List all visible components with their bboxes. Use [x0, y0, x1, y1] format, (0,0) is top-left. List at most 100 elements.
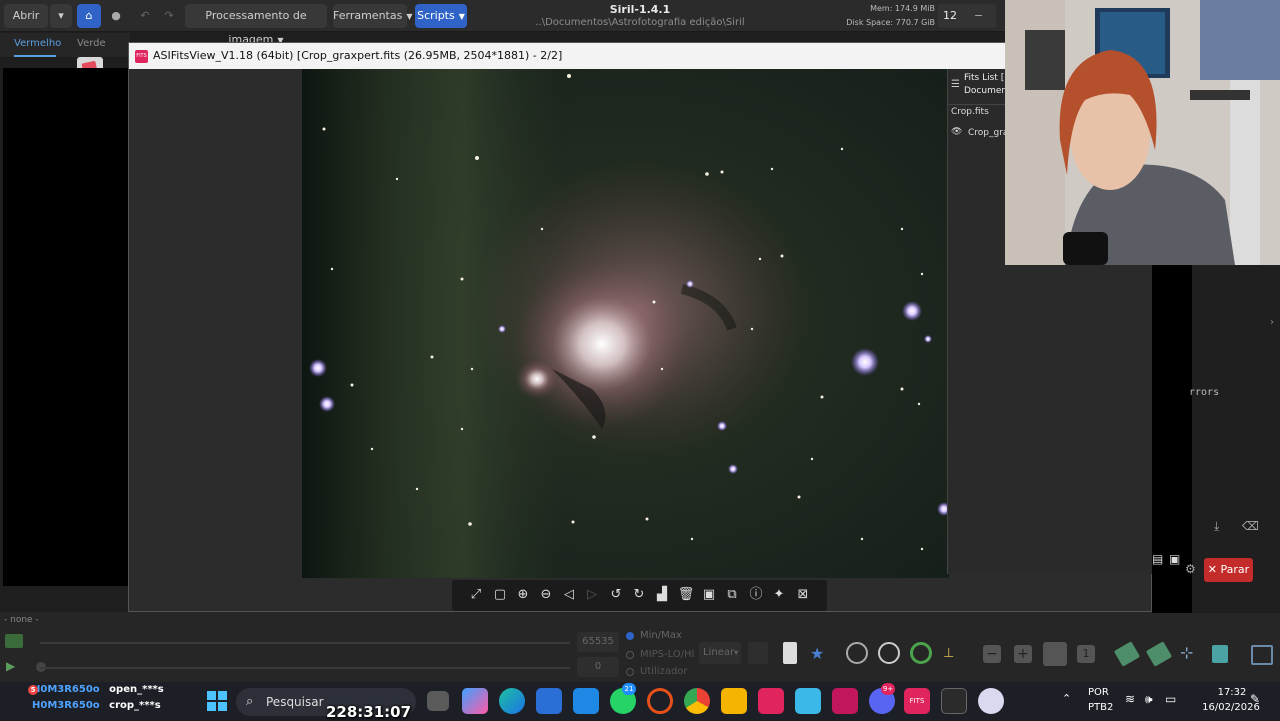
save-icon[interactable]: ▣ — [700, 586, 718, 604]
clear-icon[interactable]: ⌫ — [1242, 519, 1259, 533]
lo-value-field[interactable]: 0 — [577, 657, 619, 677]
vscode-like-icon[interactable] — [573, 688, 599, 714]
tab-red[interactable]: Vermelho — [14, 38, 61, 49]
stop-button[interactable]: ✕ Parar — [1204, 558, 1253, 582]
wifi-icon[interactable]: ≋ — [1125, 692, 1135, 706]
tools-menu[interactable]: Ferramentas ▼ — [333, 4, 412, 28]
copilot-icon[interactable] — [462, 688, 488, 714]
download-icon[interactable]: ⤓ — [1214, 519, 1219, 534]
hi-value-field[interactable]: 65535 — [577, 632, 619, 652]
home-button[interactable]: ⌂ — [77, 4, 101, 28]
edge-icon[interactable] — [499, 688, 525, 714]
prev-icon[interactable]: ◁ — [560, 586, 578, 604]
radio-minmax-label: Min/Max — [640, 630, 682, 641]
mirror-icon[interactable] — [1212, 645, 1228, 663]
discord-badge: 9+ — [881, 683, 895, 695]
full-size-icon[interactable]: ▢ — [491, 586, 509, 604]
snapshot-icon[interactable] — [5, 634, 23, 648]
rotate-left-icon[interactable]: ↺ — [607, 586, 625, 604]
histogram-icon[interactable]: ▟ — [653, 586, 671, 604]
globe-icon[interactable] — [878, 642, 900, 664]
task-view-icon[interactable] — [427, 691, 449, 711]
notifications-icon[interactable]: ✎ — [1250, 692, 1260, 706]
settings-icon[interactable]: ⚙ — [1185, 562, 1196, 576]
app-icon[interactable] — [832, 688, 858, 714]
zoom-fit-button[interactable] — [1043, 642, 1067, 666]
color-mode-button[interactable] — [748, 642, 768, 664]
file-explorer-icon[interactable] — [721, 688, 747, 714]
rotate-right-icon[interactable]: ↻ — [630, 586, 648, 604]
siril-image-canvas[interactable] — [3, 68, 129, 586]
app-icon[interactable] — [978, 688, 1004, 714]
stretch-mode-select[interactable]: Linear▾ — [699, 642, 741, 664]
negative-view-button[interactable] — [783, 642, 797, 664]
opera-icon[interactable] — [647, 688, 673, 714]
tile-view-icon[interactable] — [1251, 645, 1273, 665]
chevron-down-icon: ▼ — [406, 12, 413, 21]
threads-spinner[interactable]: 12 − — [938, 4, 996, 28]
photometry-icon[interactable] — [846, 642, 868, 664]
radio-mips[interactable] — [626, 651, 634, 659]
open-button[interactable]: Abrir — [4, 4, 48, 28]
whatsapp-icon[interactable]: 21 — [610, 683, 636, 714]
zoom-one-button[interactable]: 1 — [1077, 645, 1095, 663]
fits-list-item[interactable]: Crop_gra — [968, 128, 1008, 138]
rotate-icon[interactable]: ⊹ — [1180, 643, 1193, 662]
record-button[interactable]: ● — [104, 4, 128, 28]
list-view-icon[interactable]: ▤ — [1152, 552, 1163, 566]
chat-message: crop_***s — [109, 700, 161, 711]
crop-icon[interactable]: ⊠ — [794, 586, 812, 604]
undo-button[interactable]: ↶ — [134, 4, 156, 28]
store-icon[interactable] — [536, 688, 562, 714]
flip-horizontal-icon[interactable] — [1113, 641, 1141, 667]
scripts-menu[interactable]: Scripts ▼ — [415, 4, 467, 28]
windows-start-icon[interactable] — [204, 688, 230, 714]
chrome-icon[interactable] — [684, 688, 710, 714]
siril-taskbar-icon[interactable] — [758, 688, 784, 714]
target-icon[interactable] — [910, 642, 932, 664]
grid-view-icon[interactable]: ▣ — [1169, 552, 1180, 566]
recent-dropdown-button[interactable]: ▾ — [50, 4, 72, 28]
hi-slider[interactable] — [40, 642, 570, 644]
zoom-in-icon[interactable]: ⊕ — [514, 586, 532, 604]
fitsview-titlebar[interactable]: FITS ASIFitsView_V1.18 (64bit) [Crop_gra… — [129, 43, 1151, 69]
open-button-label: Abrir — [12, 9, 40, 22]
radio-user[interactable] — [626, 668, 634, 676]
app-icon[interactable] — [795, 688, 821, 714]
star-icon[interactable]: ★ — [810, 644, 824, 663]
zoom-in-button[interactable]: + — [1014, 645, 1032, 663]
tab-green[interactable]: Verde — [77, 38, 106, 49]
minus-icon[interactable]: − — [974, 4, 983, 28]
lo-slider[interactable] — [40, 667, 570, 669]
delete-icon[interactable]: 🗑 — [677, 586, 695, 604]
telescope-icon[interactable]: ⟂ — [944, 645, 953, 661]
chevron-up-icon[interactable]: ⌃ — [1062, 692, 1071, 705]
astro-image-viewport[interactable] — [302, 69, 949, 578]
whatsapp-badge: 21 — [622, 683, 636, 695]
next-icon[interactable]: ▷ — [583, 586, 601, 604]
play-icon[interactable]: ▶ — [6, 659, 15, 673]
battery-icon[interactable]: ▭ — [1165, 692, 1176, 706]
discord-icon[interactable]: 9+ — [869, 683, 895, 714]
language-indicator[interactable]: POR — [1088, 687, 1109, 698]
keyboard-layout[interactable]: PTB2 — [1088, 702, 1113, 713]
image-processing-menu[interactable]: Processamento de imagem ▼ — [185, 4, 327, 46]
chevron-right-icon[interactable]: › — [1270, 317, 1274, 328]
info-icon[interactable]: ⓘ — [747, 586, 765, 604]
redo-button[interactable]: ↷ — [158, 4, 180, 28]
threads-value: 12 — [943, 9, 957, 22]
radio-minmax[interactable] — [626, 632, 634, 640]
zoom-out-icon[interactable]: ⊖ — [537, 586, 555, 604]
fitsview-taskbar-icon[interactable]: FITS — [904, 688, 930, 714]
zoom-out-button[interactable]: − — [983, 645, 1001, 663]
fits-list-item[interactable]: Crop.fits — [951, 107, 989, 117]
snapshot-icon[interactable]: ⧉ — [723, 586, 741, 604]
terminal-icon[interactable] — [941, 688, 967, 714]
search-placeholder: Pesquisar — [266, 695, 324, 709]
flip-vertical-icon[interactable] — [1145, 641, 1173, 667]
fit-screen-icon[interactable]: ⤢ — [467, 586, 485, 604]
list-icon[interactable]: ☰ — [951, 79, 960, 90]
eye-icon[interactable]: 👁 — [951, 127, 962, 137]
star-icon[interactable]: ✦ — [770, 586, 788, 604]
volume-icon[interactable]: 🕪 — [1145, 692, 1153, 707]
